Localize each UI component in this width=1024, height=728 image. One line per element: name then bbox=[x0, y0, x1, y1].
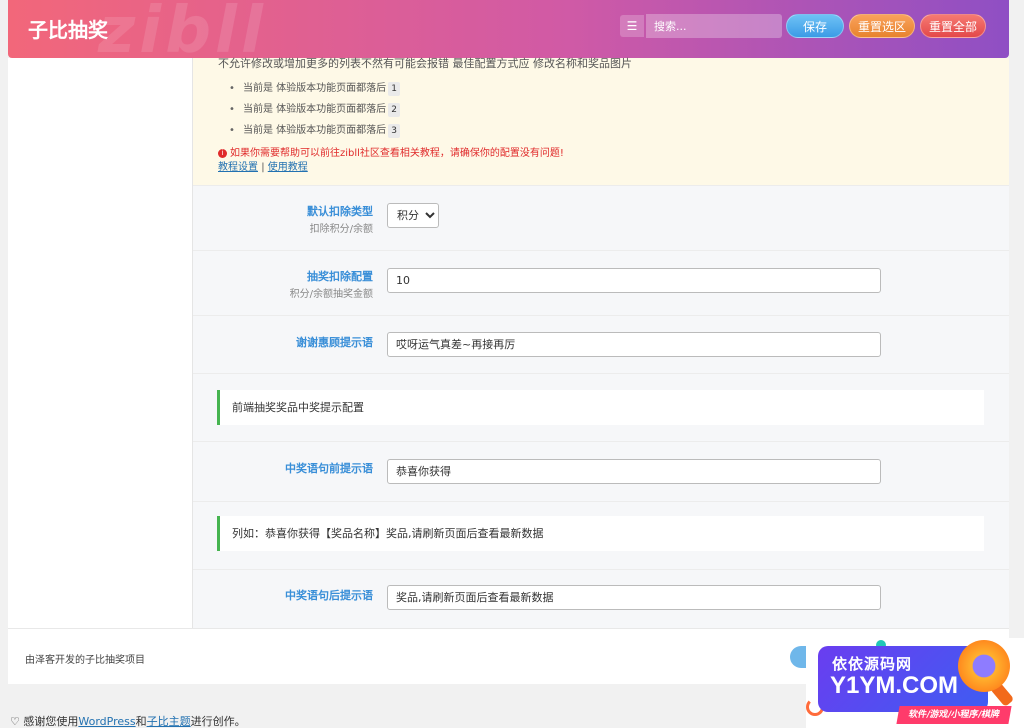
reset-section-button[interactable]: 重置选区 bbox=[849, 14, 915, 38]
list-item: 当前是 体验版本功能页面都落后1 bbox=[229, 80, 400, 101]
prefix-message-input[interactable]: 恭喜你获得 bbox=[387, 459, 881, 484]
number-badge: 2 bbox=[388, 103, 400, 117]
field-row-deduct-amount: 抽奖扣除配置 积分/余额抽奖金额 10 bbox=[193, 251, 1009, 316]
field-row-deduct-type: 默认扣除类型 扣除积分/余额 积分 bbox=[193, 186, 1009, 251]
notice-top-text: 不允许修改或增加更多的列表不然有可能会报错 最佳配置方式应 修改名称和奖品图片 bbox=[218, 57, 632, 70]
notice-list: 当前是 体验版本功能页面都落后1 当前是 体验版本功能页面都落后2 当前是 体验… bbox=[229, 80, 400, 143]
usage-tutorial-link[interactable]: 使用教程 bbox=[268, 162, 308, 173]
field-row-prefix-msg: 中奖语句前提示语 恭喜你获得 bbox=[193, 442, 1009, 502]
wordpress-link[interactable]: WordPress bbox=[78, 715, 135, 728]
section-row: 前端抽奖奖品中奖提示配置 bbox=[193, 374, 1009, 442]
section-title-callout: 前端抽奖奖品中奖提示配置 bbox=[217, 390, 984, 425]
wp-credit: ♡ 感谢您使用WordPress和子比主题进行创作。 bbox=[10, 715, 246, 728]
tutorial-settings-link[interactable]: 教程设置 bbox=[218, 162, 258, 173]
warning-message: i 如果你需要帮助可以前往zibll社区查看相关教程，请确保你的配置没有问题! bbox=[218, 144, 564, 159]
search-input[interactable] bbox=[646, 14, 782, 38]
field-subtitle: 扣除积分/余额 bbox=[309, 224, 373, 235]
options-panel: 不允许修改或增加更多的列表不然有可能会报错 最佳配置方式应 修改名称和奖品图片 … bbox=[8, 57, 1009, 628]
deduct-amount-input[interactable]: 10 bbox=[387, 268, 881, 293]
magnifier-icon bbox=[958, 640, 1010, 692]
field-label: 谢谢惠顾提示语 bbox=[296, 336, 373, 349]
help-links: 教程设置 | 使用教程 bbox=[218, 162, 308, 173]
options-content: 不允许修改或增加更多的列表不然有可能会报错 最佳配置方式应 修改名称和奖品图片 … bbox=[193, 57, 1009, 628]
field-label: 抽奖扣除配置 bbox=[307, 270, 373, 283]
field-row-thanks-msg: 谢谢惠顾提示语 哎呀运气真差~再接再厉 bbox=[193, 316, 1009, 374]
field-row-suffix-msg: 中奖语句后提示语 奖品,请刷新页面后查看最新数据 bbox=[193, 570, 1009, 628]
deduct-type-select[interactable]: 积分 bbox=[387, 203, 439, 228]
ad-title: 依依源码网 bbox=[832, 655, 913, 673]
example-row: 列如：恭喜你获得【奖品名称】奖品,请刷新页面后查看最新数据 bbox=[193, 502, 1009, 570]
options-sidebar bbox=[8, 58, 193, 628]
number-badge: 1 bbox=[388, 82, 400, 96]
footer-text: 由泽客开发的子比抽奖项目 bbox=[25, 655, 145, 666]
list-item: 当前是 体验版本功能页面都落后2 bbox=[229, 101, 400, 122]
notice-box: 不允许修改或增加更多的列表不然有可能会报错 最佳配置方式应 修改名称和奖品图片 … bbox=[193, 57, 1009, 186]
save-button[interactable]: 保存 bbox=[786, 14, 844, 38]
field-label: 中奖语句前提示语 bbox=[285, 462, 373, 475]
field-label: 默认扣除类型 bbox=[307, 205, 373, 218]
suffix-message-input[interactable]: 奖品,请刷新页面后查看最新数据 bbox=[387, 585, 881, 610]
example-callout: 列如：恭喜你获得【奖品名称】奖品,请刷新页面后查看最新数据 bbox=[217, 516, 984, 551]
watermark-ad: 依依源码网 Y1YM.COM 软件/游戏/小程序/棋牌 bbox=[806, 638, 1024, 728]
field-label: 中奖语句后提示语 bbox=[285, 589, 373, 602]
list-icon[interactable]: ☰ bbox=[620, 15, 644, 37]
field-subtitle: 积分/余额抽奖金额 bbox=[289, 289, 373, 300]
list-item: 当前是 体验版本功能页面都落后3 bbox=[229, 122, 400, 143]
info-icon: i bbox=[218, 148, 227, 158]
header-watermark: zibll bbox=[98, 0, 267, 58]
reset-all-button[interactable]: 重置全部 bbox=[920, 14, 986, 38]
number-badge: 3 bbox=[388, 124, 400, 138]
thanks-message-input[interactable]: 哎呀运气真差~再接再厉 bbox=[387, 332, 881, 357]
page-title: 子比抽奖 bbox=[28, 18, 108, 42]
options-header: zibll 子比抽奖 ☰ 保存 重置选区 重置全部 bbox=[8, 0, 1009, 58]
ad-domain: Y1YM.COM bbox=[830, 672, 959, 699]
ad-tag: 软件/游戏/小程序/棋牌 bbox=[896, 706, 1012, 724]
theme-link[interactable]: 子比主题 bbox=[147, 715, 191, 728]
